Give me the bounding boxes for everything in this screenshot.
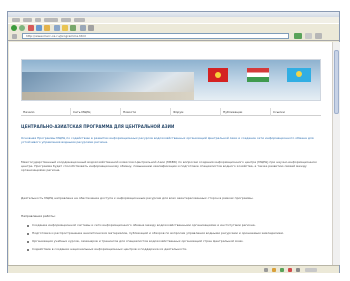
forward-icon[interactable]: [19, 25, 25, 31]
menu-item[interactable]: [74, 18, 85, 22]
bullet-icon: [27, 233, 29, 235]
refresh-icon[interactable]: [36, 25, 42, 31]
status-bar: [8, 265, 339, 273]
menu-item[interactable]: [23, 18, 32, 22]
links-icon[interactable]: [305, 33, 312, 39]
nav-tab-links[interactable]: Ссылки: [271, 108, 321, 116]
search-icon[interactable]: [54, 25, 60, 31]
flag-sun-icon: [215, 72, 221, 78]
menu-item[interactable]: [61, 18, 71, 22]
scrollbar-thumb[interactable]: [334, 50, 339, 114]
print-icon[interactable]: [88, 25, 94, 31]
address-input[interactable]: http://www.merc-ca.ru/programma.html: [22, 33, 289, 39]
zoom-indicator[interactable]: [305, 268, 317, 272]
menu-item[interactable]: [35, 18, 41, 22]
status-icon: [264, 268, 268, 272]
list-item-text: Содействие в создании национальных инфор…: [32, 248, 188, 251]
page-viewport: Начало Сеть МЦРЦ Новости Форум Публикаци…: [9, 42, 332, 265]
address-bar: http://www.merc-ca.ru/programma.html: [8, 32, 339, 41]
list-item-text: Подготовка и распространение аналитическ…: [32, 232, 284, 235]
browser-window: http://www.merc-ca.ru/programma.html Нач…: [7, 11, 340, 273]
history-icon[interactable]: [70, 25, 76, 31]
bullet-icon: [27, 249, 29, 251]
favorites-icon[interactable]: [62, 25, 68, 31]
bullet-icon: [27, 225, 29, 227]
bullet-icon: [27, 241, 29, 243]
address-text: http://www.merc-ca.ru/programma.html: [26, 34, 86, 38]
list-item-text: Создание информационной системы и сети и…: [32, 224, 256, 227]
nav-tab-home[interactable]: Начало: [21, 108, 71, 116]
vertical-scrollbar[interactable]: [332, 42, 340, 265]
lock-icon: [272, 268, 276, 272]
go-button[interactable]: [294, 33, 302, 39]
menu-item[interactable]: [12, 18, 20, 22]
list-item: Содействие в создании национальных инфор…: [27, 248, 321, 254]
status-icon: [296, 268, 300, 272]
page-title: ЦЕНТРАЛЬНО-АЗИАТСКАЯ ПРОГРАММА ДЛЯ ЦЕНТР…: [21, 124, 175, 129]
section-subheading: Направления работы:: [21, 214, 56, 218]
site-nav: Начало Сеть МЦРЦ Новости Форум Публикаци…: [21, 108, 321, 116]
shore-photo: [22, 92, 194, 100]
mail-icon[interactable]: [80, 25, 86, 31]
body-paragraph: Межгосударственный координационный водох…: [21, 160, 317, 172]
tajikistan-flag-icon: [247, 68, 269, 82]
nav-tab-network[interactable]: Сеть МЦРЦ: [71, 108, 121, 116]
back-icon[interactable]: [11, 25, 17, 31]
popup-blocked-icon: [288, 268, 292, 272]
body-paragraph: Деятельность МЦРЦ направлена на обеспече…: [21, 196, 254, 200]
nav-tab-news[interactable]: Новости: [121, 108, 171, 116]
address-label-icon: [12, 34, 17, 39]
settings-icon[interactable]: [315, 33, 322, 39]
list-item: Создание информационной системы и сети и…: [27, 224, 321, 230]
intro-paragraph: Основная Программы МЦРЦ по содействию в …: [21, 136, 314, 144]
nav-tab-publications[interactable]: Публикации: [221, 108, 271, 116]
bullet-list: Создание информационной системы и сети и…: [27, 224, 321, 256]
list-item: Организация учебных курсов, семинаров и …: [27, 240, 321, 246]
menu-item[interactable]: [44, 18, 58, 22]
stop-icon[interactable]: [28, 25, 34, 31]
list-item: Подготовка и распространение аналитическ…: [27, 232, 321, 238]
home-icon[interactable]: [44, 25, 50, 31]
list-item-text: Организация учебных курсов, семинаров и …: [32, 240, 244, 243]
nav-tab-forum[interactable]: Форум: [171, 108, 221, 116]
zone-icon: [280, 268, 284, 272]
toolbar: [8, 23, 339, 32]
flag-sun-icon: [296, 71, 302, 77]
header-banner: [21, 59, 321, 101]
